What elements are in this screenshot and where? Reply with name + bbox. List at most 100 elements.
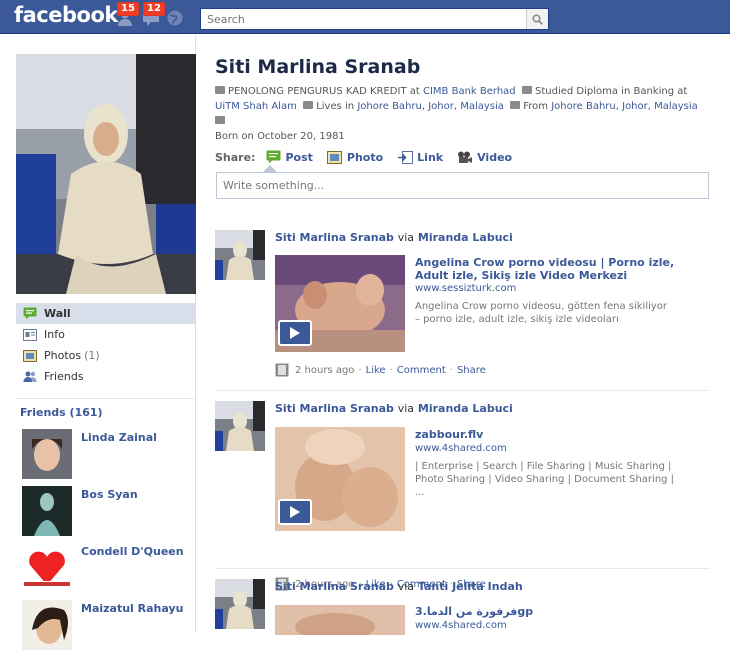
story-link-url[interactable]: www.sessizturk.com [415, 283, 516, 294]
search-input[interactable] [201, 9, 527, 29]
friend-item[interactable]: Condell D'Queen [22, 543, 192, 593]
story-actor-link[interactable]: Siti Marlina Sranab [275, 580, 394, 593]
story-actor-link[interactable]: Siti Marlina Sranab [275, 402, 394, 415]
story-avatar[interactable] [215, 230, 265, 280]
top-bar: facebook 15 12 [0, 0, 730, 34]
story-link-title[interactable]: zabbour.flv [415, 428, 685, 441]
briefcase-icon [215, 86, 225, 94]
story-timestamp[interactable]: 2 hours ago [295, 365, 354, 376]
globe-icon [167, 10, 183, 26]
friend-item[interactable]: Linda Zainal [22, 429, 192, 479]
friend-avatar[interactable] [22, 600, 72, 650]
friend-name[interactable]: Linda Zainal [81, 431, 157, 444]
story-separator [215, 390, 710, 391]
friend-avatar[interactable] [22, 543, 72, 593]
story-actor: Siti Marlina Sranab via Miranda Labuci [275, 402, 513, 415]
search-box [200, 8, 549, 30]
from-place-link[interactable]: Johore Bahru, Johor, Malaysia [551, 101, 698, 112]
lives-place-link[interactable]: Johore Bahru, Johor, Malaysia [357, 101, 504, 112]
friends-nav-icon [22, 369, 38, 385]
share-video-button[interactable]: Video [457, 150, 512, 164]
story-actor: Siti Marlina Sranab via Tanti Jelita Ind… [275, 580, 523, 593]
video-thumbnail[interactable] [275, 427, 405, 531]
left-divider [16, 398, 196, 399]
friend-avatar[interactable] [22, 486, 72, 536]
friend-item[interactable]: Maizatul Rahayu [22, 600, 192, 650]
nav-wall[interactable]: Wall [16, 303, 196, 324]
messages-badge: 12 [143, 2, 165, 16]
story-via-word: via [397, 231, 415, 244]
nav-info[interactable]: Info [16, 324, 196, 345]
facebook-logo[interactable]: facebook [14, 3, 118, 27]
wall-icon [22, 306, 38, 322]
profile-info: PENOLONG PENGURUS KAD KREDIT at CIMB Ban… [215, 84, 705, 144]
share-post-label: Post [285, 150, 313, 164]
nav-photos-label: Photos [44, 349, 82, 362]
edu-prefix: Studied Diploma in Banking at [535, 86, 688, 97]
post-icon [265, 150, 281, 164]
info-icon [22, 327, 38, 343]
story-via-word: via [397, 402, 415, 415]
status-composer[interactable]: Write something... [216, 172, 709, 199]
birthday-text: Born on October 20, 1981 [215, 131, 345, 142]
photos-icon [22, 348, 38, 364]
share-post-button[interactable]: Post [265, 150, 313, 164]
share-bar: Share: Post Photo Link Video [215, 148, 526, 166]
left-column: Wall Info Photos (1) Friends Friends (16… [0, 35, 196, 650]
profile-nav: Wall Info Photos (1) Friends [16, 303, 196, 387]
messages-jewel[interactable]: 12 [142, 2, 165, 27]
play-button[interactable] [278, 499, 312, 525]
profile-picture[interactable] [16, 54, 196, 294]
job-company-link[interactable]: CIMB Bank Berhad [423, 86, 516, 97]
nav-photos[interactable]: Photos (1) [16, 345, 196, 366]
comment-link[interactable]: Comment [397, 365, 446, 376]
story-via-word: via [397, 580, 415, 593]
friend-name[interactable]: Maizatul Rahayu [81, 602, 183, 615]
story-actor: Siti Marlina Sranab via Miranda Labuci [275, 231, 513, 244]
story-avatar[interactable] [215, 579, 265, 629]
story-via-link[interactable]: Miranda Labuci [418, 402, 513, 415]
friends-header[interactable]: Friends (161) [20, 406, 103, 419]
story-link-url[interactable]: www.4shared.com [415, 443, 507, 454]
share-link-label: Link [417, 150, 444, 164]
share-link[interactable]: Share [457, 365, 486, 376]
friend-item[interactable]: Bos Syan [22, 486, 192, 536]
lives-prefix: Lives in [316, 101, 355, 112]
story-link-description: | Enterprise | Search | File Sharing | M… [415, 461, 675, 498]
video-thumbnail[interactable] [275, 605, 405, 635]
story-actor-link[interactable]: Siti Marlina Sranab [275, 231, 394, 244]
story-link-url[interactable]: www.4shared.com [415, 620, 507, 631]
video-thumbnail[interactable] [275, 255, 405, 352]
friend-requests-jewel[interactable]: 15 [116, 2, 139, 27]
home-icon [510, 101, 521, 109]
friend-requests-badge: 15 [117, 2, 139, 16]
job-prefix: PENOLONG PENGURUS KAD KREDIT at [228, 86, 420, 97]
graduation-icon [522, 86, 532, 94]
search-button[interactable] [526, 9, 548, 29]
from-prefix: From [523, 101, 549, 112]
story-via-link[interactable]: Tanti Jelita Indah [418, 580, 523, 593]
notifications-jewel[interactable] [166, 9, 184, 27]
friend-avatar[interactable] [22, 429, 72, 479]
edu-school-link[interactable]: UiTM Shah Alam [215, 101, 297, 112]
friend-name[interactable]: Bos Syan [81, 488, 138, 501]
share-link-button[interactable]: Link [397, 150, 443, 164]
story-via-link[interactable]: Miranda Labuci [418, 231, 513, 244]
story-link-description: Angelina Crow porno videosu, götten fena… [415, 301, 668, 325]
like-link[interactable]: Like [366, 365, 386, 376]
nav-friends[interactable]: Friends [16, 366, 196, 387]
share-photo-label: Photo [346, 150, 384, 164]
story-avatar[interactable] [215, 401, 265, 451]
play-button[interactable] [278, 320, 312, 346]
nav-info-label: Info [44, 328, 65, 341]
story-link-title[interactable]: 3.فرفورة من الدماgp [415, 605, 685, 618]
story-link-title[interactable]: Angelina Crow porno videosu | Porno izle… [415, 256, 685, 282]
friend-name[interactable]: Condell D'Queen [81, 545, 184, 558]
search-icon [532, 13, 543, 25]
story-separator [215, 568, 710, 569]
story-meta: 2 hours ago · Like · Comment · Share [275, 363, 486, 377]
nav-photos-count: (1) [84, 349, 100, 362]
photo-icon [327, 150, 343, 164]
share-photo-button[interactable]: Photo [327, 150, 383, 164]
composer-caret [263, 165, 277, 172]
